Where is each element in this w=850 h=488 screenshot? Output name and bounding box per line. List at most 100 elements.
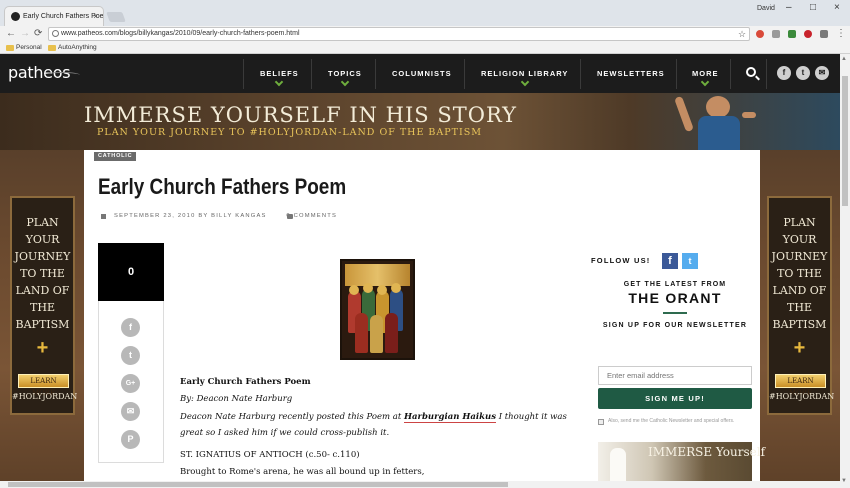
newsletter-kicker: GET THE LATEST FROM (623, 281, 727, 288)
browser-tab[interactable]: Early Church Fathers Poe × (4, 6, 104, 26)
learn-more-button[interactable]: LEARN MORE (18, 374, 69, 397)
patheos-favicon (11, 12, 20, 21)
page-scrollbar[interactable]: ▲ ▼ (840, 54, 850, 488)
scrollbar-thumb[interactable] (8, 482, 508, 487)
new-tab-button[interactable] (106, 12, 126, 22)
nav-beliefs[interactable]: BELIEFS (260, 69, 299, 87)
google-plus-share-icon[interactable]: G+ (121, 374, 140, 393)
reload-icon[interactable]: ⟳ (34, 27, 42, 41)
chevron-down-icon (520, 77, 529, 87)
forward-icon[interactable]: → (20, 27, 30, 41)
comments-link[interactable]: 0 COMMENTS (286, 213, 337, 219)
chevron-down-icon (275, 77, 284, 87)
nav-more[interactable]: MORE (692, 69, 719, 87)
nav-divider (730, 59, 731, 89)
nav-divider (311, 59, 312, 89)
search-icon[interactable] (746, 67, 756, 77)
bookmark-folder-autoanything[interactable]: AutoAnything (48, 43, 97, 53)
harburgian-haikus-link[interactable]: Harburgian Haikus (403, 412, 496, 423)
scroll-up-icon[interactable]: ▲ (841, 56, 847, 62)
post-title: Early Church Fathers Poem (98, 174, 347, 199)
article-intro: Deacon Nate Harburg recently posted this… (180, 412, 567, 438)
side-ad-text: PLAN YOUR JOURNEY TO THE LAND OF THE BAP… (771, 216, 828, 331)
chevron-down-icon (701, 77, 710, 87)
optin-label: Also, send me the Catholic Newsletter an… (608, 418, 735, 424)
nav-divider (243, 59, 244, 89)
twitter-icon[interactable]: t (796, 66, 810, 80)
side-ad-text: PLAN YOUR JOURNEY TO THE LAND OF THE BAP… (14, 216, 71, 331)
learn-more-button[interactable]: LEARN MORE (775, 374, 826, 397)
facebook-share-icon[interactable]: f (121, 318, 140, 337)
share-bar: 0 f t G+ ✉ P (98, 243, 164, 463)
patheos-logo[interactable]: patheos (8, 63, 80, 82)
article-byline: By: Deacon Nate Harburg (180, 394, 293, 404)
nav-columnists[interactable]: COLUMNISTS (392, 69, 452, 78)
bookmark-folder-personal[interactable]: Personal (6, 43, 42, 53)
tab-close-icon[interactable]: × (93, 7, 98, 26)
horizontal-scrollbar[interactable] (0, 481, 840, 488)
ad-person-image (674, 95, 756, 150)
email-share-icon[interactable]: ✉ (121, 402, 140, 421)
ad-headline: IMMERSE YOURSELF IN HIS STORY (84, 103, 517, 127)
optin-checkbox[interactable] (598, 419, 604, 425)
nav-newsletters[interactable]: NEWSLETTERS (597, 69, 665, 78)
newsletter-signup-text: SIGN UP FOR OUR NEWSLETTER (602, 322, 748, 329)
tab-title: Early Church Fathers Poe (23, 13, 104, 20)
ad-subline: PLAN YOUR JOURNEY TO #HOLYJORDAN-LAND OF… (97, 127, 482, 138)
scrollbar-thumb[interactable] (842, 76, 848, 206)
scroll-down-icon[interactable]: ▼ (841, 478, 847, 484)
twitter-follow-icon[interactable]: t (682, 253, 698, 269)
follow-us-label: FOLLOW US! (591, 256, 651, 265)
close-window-icon[interactable]: × (834, 2, 840, 13)
nav-divider (676, 59, 677, 89)
twitter-share-icon[interactable]: t (121, 346, 140, 365)
comment-icon (287, 214, 293, 219)
nav-religion-library[interactable]: RELIGION LIBRARY (481, 69, 568, 87)
side-ad-hashtag: #HOLYJORDAN (769, 392, 835, 401)
right-side-ad[interactable]: PLAN YOUR JOURNEY TO THE LAND OF THE BAP… (767, 196, 835, 415)
sidebar-ad-text: IMMERSE Yourself (648, 445, 766, 459)
bookmark-star-icon[interactable]: ☆ (738, 27, 746, 41)
facebook-follow-icon[interactable]: f (662, 253, 678, 269)
side-ad-hashtag: #HOLYJORDAN (12, 392, 78, 401)
browser-titlebar: Early Church Fathers Poe × David – □ × (0, 0, 850, 26)
pinterest-extension-icon[interactable] (804, 30, 812, 38)
address-bar[interactable]: www.patheos.com/blogs/billykangas/2010/0… (48, 27, 750, 41)
profile-name[interactable]: David (757, 5, 775, 12)
sign-me-up-button[interactable]: SIGN ME UP! (598, 388, 752, 409)
pinterest-share-icon[interactable]: P (121, 430, 140, 449)
extension-icon[interactable] (820, 30, 828, 38)
site-info-icon[interactable] (52, 30, 59, 37)
maximize-icon[interactable]: □ (810, 2, 816, 13)
url-text: www.patheos.com/blogs/billykangas/2010/0… (61, 30, 300, 37)
newsletter-title: THE ORANT (628, 290, 722, 306)
optin-checkbox-row[interactable]: Also, send me the Catholic Newsletter an… (598, 418, 752, 425)
post-date-author: SEPTEMBER 23, 2010 BY BILLY KANGAS (114, 213, 267, 219)
browser-toolbar: ← → ⟳ www.patheos.com/blogs/billykangas/… (0, 26, 850, 42)
extension-icon[interactable] (756, 30, 764, 38)
divider (663, 312, 687, 314)
email-icon[interactable]: ✉ (815, 66, 829, 80)
saints-icon-image (340, 259, 415, 360)
site-header: patheos BELIEFS TOPICS COLUMNISTS RELIGI… (0, 54, 840, 93)
bookmarks-bar: Personal AutoAnything (0, 42, 850, 54)
email-field[interactable] (598, 366, 752, 385)
chevron-down-icon (340, 77, 350, 87)
plus-icon: + (36, 337, 49, 359)
extension-icon[interactable] (772, 30, 780, 38)
left-side-ad[interactable]: PLAN YOUR JOURNEY TO THE LAND OF THE BAP… (10, 196, 78, 415)
back-icon[interactable]: ← (6, 27, 16, 41)
minimize-icon[interactable]: – (786, 2, 792, 13)
nav-topics[interactable]: TOPICS (328, 69, 362, 87)
browser-menu-icon[interactable]: ⋮ (836, 27, 846, 41)
poem-line: Brought to Rome's arena, he was all boun… (180, 467, 425, 477)
post-meta: SEPTEMBER 23, 2010 BY BILLY KANGAS 0 COM… (101, 213, 337, 219)
nav-divider (464, 59, 465, 89)
article-title: Early Church Fathers Poem (180, 377, 311, 387)
nav-divider (375, 59, 376, 89)
share-count: 0 (98, 243, 164, 301)
nav-divider (580, 59, 581, 89)
category-badge[interactable]: CATHOLIC (94, 152, 137, 161)
facebook-icon[interactable]: f (777, 66, 791, 80)
extension-icon[interactable] (788, 30, 796, 38)
